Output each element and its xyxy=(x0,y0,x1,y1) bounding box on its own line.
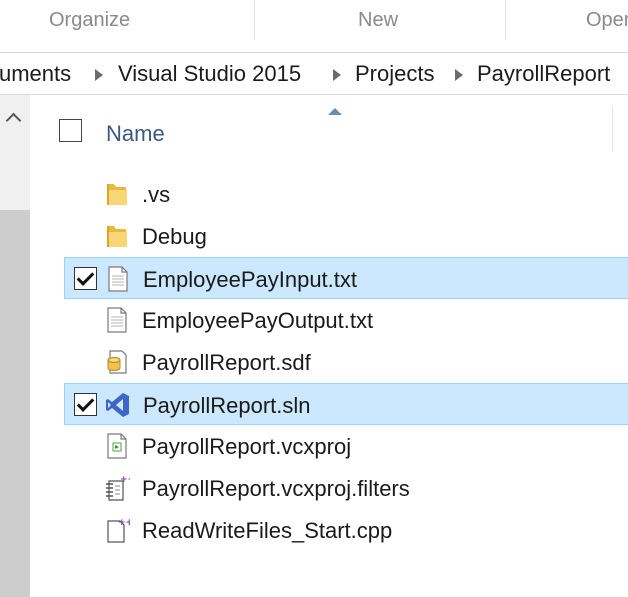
file-row-employeepayoutput[interactable]: EmployeePayOutput.txt xyxy=(64,299,628,341)
breadcrumb-item-payrollreport[interactable]: PayrollReport xyxy=(477,61,610,87)
ribbon-divider xyxy=(505,0,506,40)
file-name: PayrollReport.vcxproj.filters xyxy=(142,476,410,501)
file-name: PayrollReport.sln xyxy=(143,393,311,418)
folder-icon xyxy=(107,184,127,205)
name-column-header[interactable]: Name xyxy=(106,121,165,147)
file-row-vs[interactable]: .vs xyxy=(64,173,628,215)
ribbon-group-organize[interactable]: Organize xyxy=(49,9,130,32)
file-name: PayrollReport.sdf xyxy=(142,350,311,375)
svg-text:++: ++ xyxy=(118,518,130,528)
ribbon: Organize New Open xyxy=(0,0,628,40)
row-checkbox-checked[interactable] xyxy=(74,393,97,416)
file-row-payrollreport-vcxproj[interactable]: PayrollReport.vcxproj xyxy=(64,425,628,467)
project-file-icon xyxy=(107,433,127,459)
database-file-icon xyxy=(107,350,127,374)
file-row-employeepayinput[interactable]: EmployeePayInput.txt xyxy=(64,257,628,299)
breadcrumb-item-visual-studio[interactable]: Visual Studio 2015 xyxy=(118,61,301,87)
folder-icon xyxy=(107,226,127,247)
file-row-payrollreport-vcxproj-filters[interactable]: ++ PayrollReport.vcxproj.filters xyxy=(64,467,628,509)
breadcrumb-chevron-icon[interactable] xyxy=(455,69,463,81)
breadcrumb: uments Visual Studio 2015 Projects Payro… xyxy=(0,53,628,94)
ribbon-group-open[interactable]: Open xyxy=(586,9,628,32)
file-row-payrollreport-sdf[interactable]: PayrollReport.sdf xyxy=(64,341,628,383)
breadcrumb-item-documents[interactable]: uments xyxy=(0,61,71,87)
file-name: .vs xyxy=(142,182,171,207)
file-name: PayrollReport.vcxproj xyxy=(142,434,352,459)
text-file-icon xyxy=(107,307,127,333)
breadcrumb-chevron-icon[interactable] xyxy=(333,69,341,81)
breadcrumb-chevron-icon[interactable] xyxy=(95,69,103,81)
file-name: ReadWriteFiles_Start.cpp xyxy=(142,518,393,543)
row-checkbox-checked[interactable] xyxy=(74,267,97,290)
ribbon-divider xyxy=(254,0,255,40)
cpp-file-icon: ++ xyxy=(107,518,130,543)
filters-file-icon: ++ xyxy=(106,475,130,501)
scroll-up-icon[interactable] xyxy=(5,112,22,129)
breadcrumb-item-projects[interactable]: Projects xyxy=(355,61,434,87)
text-file-icon xyxy=(108,266,128,292)
visual-studio-solution-icon xyxy=(106,393,129,417)
file-name: Debug xyxy=(142,224,207,249)
navigation-pane-scrollbar[interactable] xyxy=(0,95,30,597)
file-name: EmployeePayOutput.txt xyxy=(142,308,374,333)
sort-ascending-icon xyxy=(328,108,342,115)
select-all-checkbox[interactable] xyxy=(59,119,82,142)
ribbon-group-new[interactable]: New xyxy=(358,9,398,32)
column-divider[interactable] xyxy=(612,106,613,152)
scrollbar-thumb[interactable] xyxy=(0,210,30,597)
breadcrumb-divider-line xyxy=(0,94,628,95)
file-row-debug[interactable]: Debug xyxy=(64,215,628,257)
file-row-readwritefiles-cpp[interactable]: ++ ReadWriteFiles_Start.cpp xyxy=(64,509,628,551)
file-row-payrollreport-sln[interactable]: PayrollReport.sln xyxy=(64,383,628,425)
svg-text:++: ++ xyxy=(120,475,130,485)
file-name: EmployeePayInput.txt xyxy=(143,267,358,292)
